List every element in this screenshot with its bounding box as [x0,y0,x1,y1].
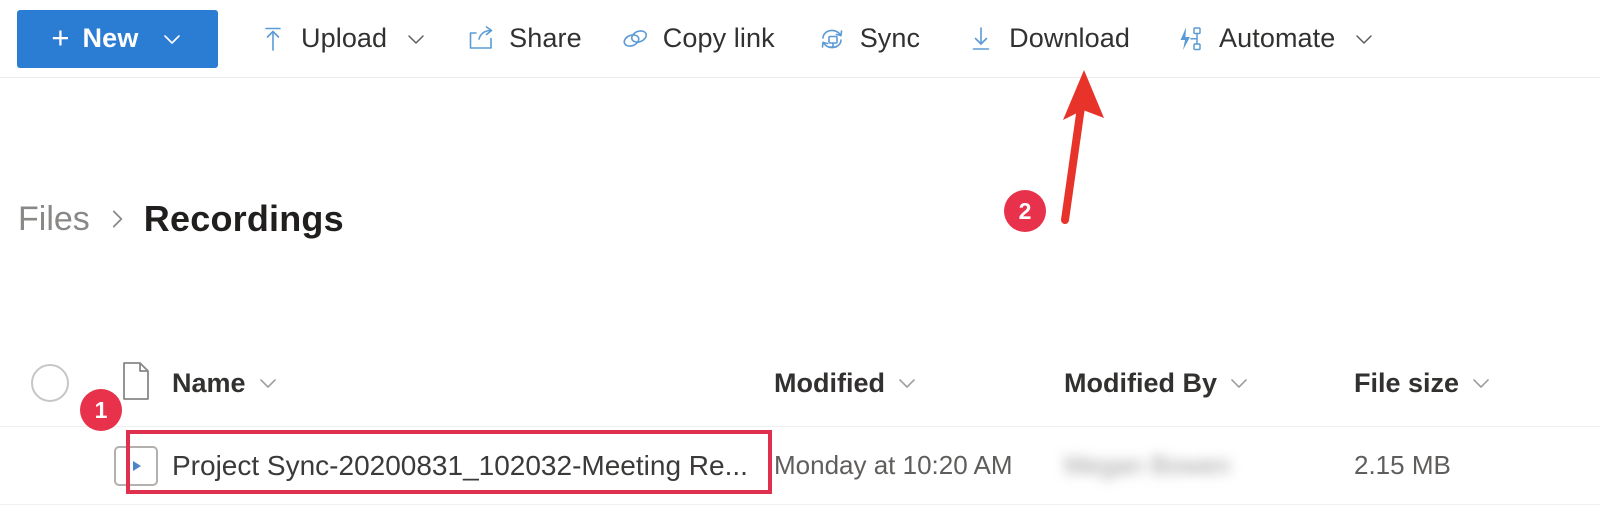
document-icon [119,361,153,406]
upload-button-label: Upload [301,23,388,53]
chevron-down-icon[interactable] [895,371,919,395]
video-play-icon [114,445,158,486]
download-button-label: Download [1009,23,1131,53]
file-size-column-header[interactable]: File size [1354,368,1594,399]
sync-button-label: Sync [859,23,921,53]
table-header-row: Name Modified Modified By File size [0,340,1600,427]
modified-date-label: Monday at 10:20 AM [774,450,1013,480]
row-name-cell[interactable]: Project Sync-20200831_102032-Meeting Re.… [172,450,774,482]
plus-icon: + [51,19,70,55]
upload-button[interactable]: Upload [244,10,442,68]
modified-column-header[interactable]: Modified [774,368,1064,399]
chevron-down-icon[interactable] [1352,27,1376,51]
row-modified-cell: Monday at 10:20 AM [774,450,1064,481]
modified-by-label: Megan Bowen [1064,450,1231,480]
breadcrumb: Files Recordings [18,198,344,240]
type-column-cell[interactable] [100,361,172,406]
column-header-modified-label[interactable]: Modified [774,368,919,399]
select-all-cell[interactable] [0,364,100,402]
new-button[interactable]: + New [17,9,218,68]
download-icon [966,24,996,54]
step-badge-2: 2 [1004,190,1046,232]
automate-icon [1176,24,1206,54]
chevron-down-icon[interactable] [404,27,428,51]
chevron-down-icon[interactable] [1469,371,1493,395]
column-header-file-size-label[interactable]: File size [1354,368,1493,399]
table-row[interactable]: Project Sync-20200831_102032-Meeting Re.… [0,427,1600,505]
chevron-right-icon [104,206,130,232]
circle-checkbox-icon[interactable] [31,364,69,402]
link-icon [620,24,650,54]
chevron-down-icon [160,27,184,51]
file-name-label[interactable]: Project Sync-20200831_102032-Meeting Re.… [172,450,748,482]
share-button[interactable]: Share [452,10,596,68]
file-list: Name Modified Modified By File size Proj… [0,340,1600,505]
row-file-size-cell: 2.15 MB [1354,450,1594,481]
share-icon [466,24,496,54]
row-modified-by-cell: Megan Bowen [1064,450,1354,481]
sync-icon [817,24,847,54]
chevron-down-icon[interactable] [1227,371,1251,395]
modified-by-column-header[interactable]: Modified By [1064,368,1354,399]
upload-icon [258,24,288,54]
automate-button-label: Automate [1219,23,1336,53]
row-file-type-cell [100,445,172,486]
copy-link-button-label: Copy link [662,23,775,53]
new-button-label: New [82,23,139,53]
breadcrumb-item-recordings[interactable]: Recordings [144,198,344,240]
share-button-label: Share [509,23,582,53]
breadcrumb-item-files[interactable]: Files [18,200,90,239]
chevron-down-icon[interactable] [256,371,280,395]
arrow-up-icon [1061,70,1104,224]
command-bar: + New Upload Share Copy link Sync Downlo… [0,0,1600,78]
automate-button[interactable]: Automate [1162,10,1390,68]
column-header-name-label[interactable]: Name [172,368,280,399]
name-column-header[interactable]: Name [172,368,774,399]
column-header-modified-by-label[interactable]: Modified By [1064,368,1251,399]
sync-button[interactable]: Sync [803,10,934,68]
file-size-label: 2.15 MB [1354,450,1451,480]
download-button[interactable]: Download [952,10,1144,68]
copy-link-button[interactable]: Copy link [606,10,789,68]
